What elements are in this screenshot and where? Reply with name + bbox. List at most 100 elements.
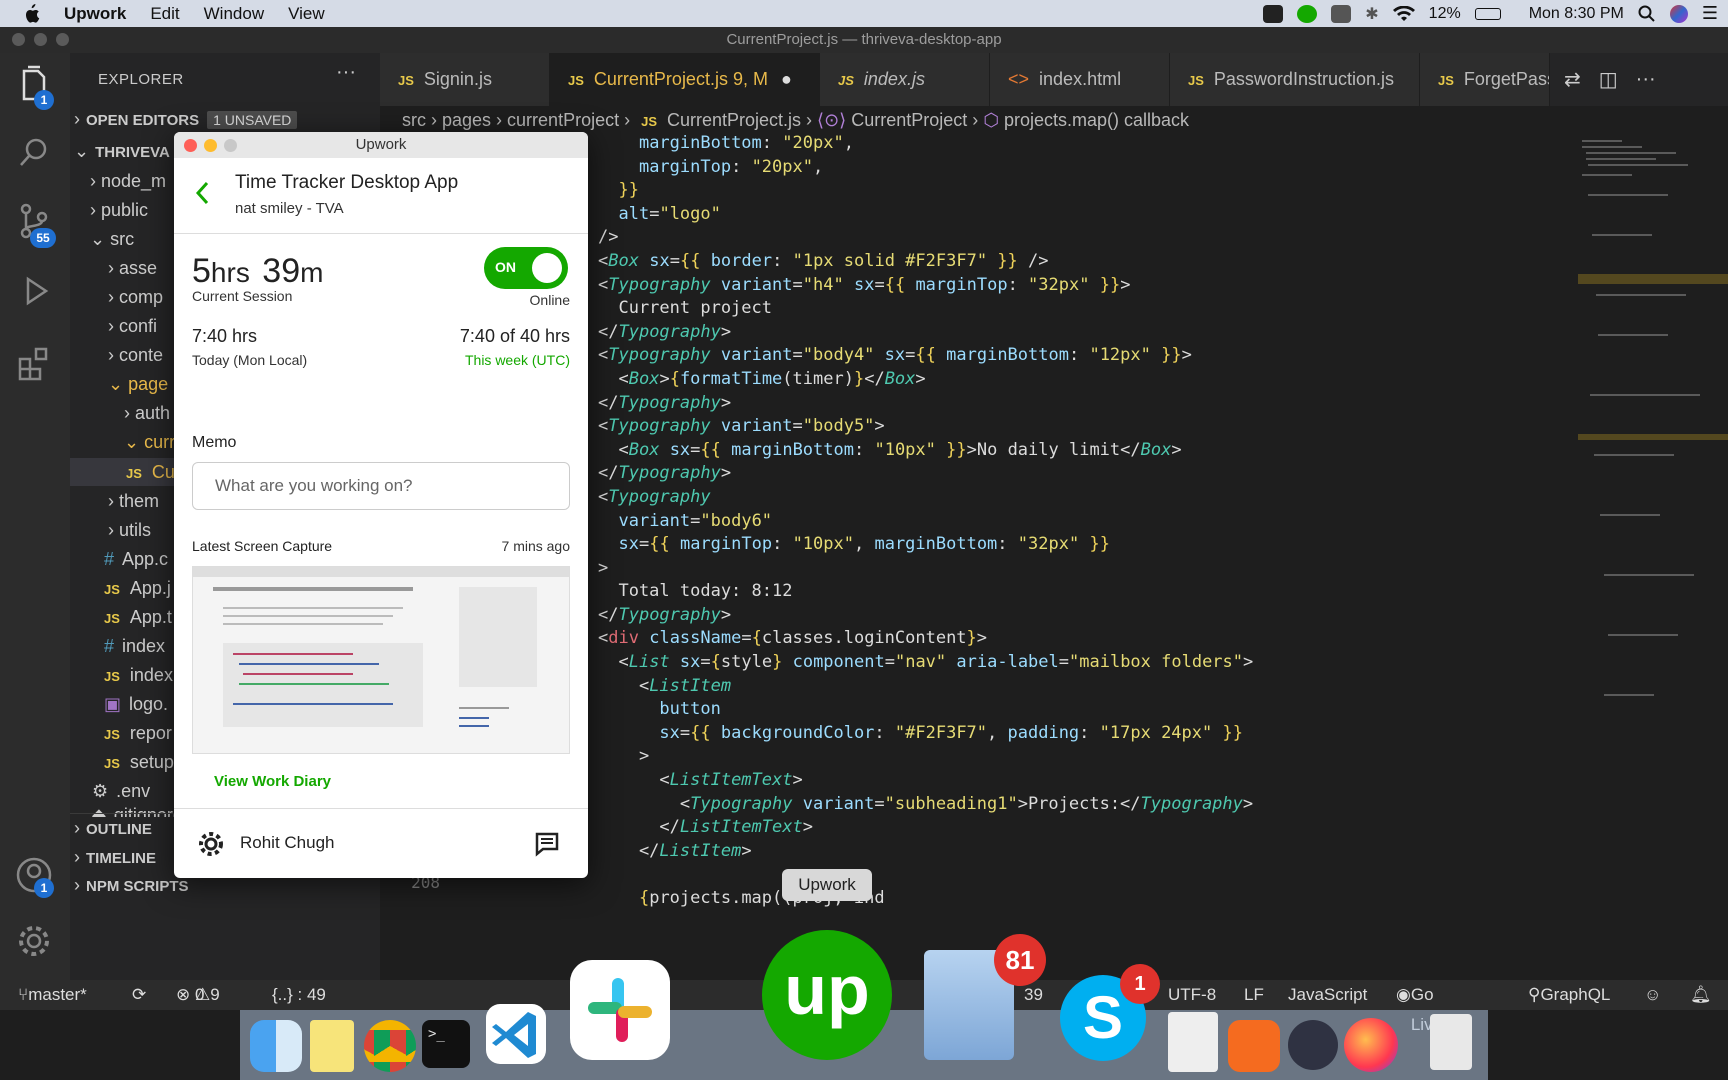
project-header: Time Tracker Desktop App nat smiley - TV… [174,158,588,234]
npm-scripts-section[interactable]: › NPM SCRIPTS [70,871,189,899]
tree-item[interactable]: › node_m [90,167,166,195]
sync-icon[interactable]: ⟳ [132,980,146,1010]
explorer-more-icon[interactable]: ··· [336,61,356,84]
tree-item[interactable]: › utils [108,516,151,544]
minimap[interactable] [1578,134,1728,884]
tab-index-js[interactable]: JS index.js [820,53,990,106]
tree-item[interactable]: ⌄ src [90,225,134,253]
tree-item[interactable]: # index [104,632,165,660]
breadcrumb-item[interactable]: src [402,110,426,130]
upwork-menubar-icon[interactable] [1297,4,1318,23]
run-debug-icon[interactable] [14,271,54,311]
eol-status[interactable]: LF [1244,980,1264,1010]
upwork-dock-icon[interactable]: up [762,930,892,1060]
settings-gear-icon[interactable] [198,831,224,857]
code-text[interactable]: marginBottom: "20px", marginTop: "20px",… [598,132,1253,911]
tab-current-project[interactable]: JS CurrentProject.js 9, M ● [550,53,820,106]
siri-icon[interactable] [1669,4,1688,23]
encoding-status[interactable]: UTF-8 [1168,980,1216,1010]
more-actions-icon[interactable]: ··· [1636,68,1656,91]
tree-item[interactable]: › auth [124,399,170,427]
open-editors-section[interactable]: › OPEN EDITORS 1 UNSAVED [70,105,298,133]
notifications-icon[interactable]: 🔔︎ [1690,980,1712,1010]
manage-gear-icon[interactable] [14,921,54,961]
popup-minimize-button[interactable] [204,139,217,152]
minimize-window-button[interactable] [34,33,47,46]
tab-signin[interactable]: JS Signin.js [380,53,550,106]
tree-item[interactable]: JS App.t [104,603,172,631]
tree-item[interactable]: # App.c [104,545,168,573]
memo-input[interactable]: What are you working on? [192,462,570,510]
screen-capture-thumbnail[interactable] [192,566,570,754]
menubar-clock[interactable]: Mon 8:30 PM [1529,5,1624,23]
textedit-icon[interactable] [1168,1012,1218,1072]
search-icon[interactable] [14,133,54,173]
control-center-icon[interactable]: ☰ [1702,3,1718,24]
wifi-icon[interactable] [1392,5,1415,22]
graphql-status[interactable]: ⚲ GraphQL [1528,980,1610,1010]
status-app-icon[interactable] [1263,4,1284,23]
breadcrumb-item[interactable]: CurrentProject.js [667,110,801,130]
tab-index-html[interactable]: <> index.html [990,53,1170,106]
today-hours: 7:40 hrs [192,326,258,346]
tree-item[interactable]: JS index [104,661,173,689]
back-arrow-icon[interactable] [194,180,210,206]
tree-item[interactable]: › conte [108,341,163,369]
view-work-diary-link[interactable]: View Work Diary [214,773,331,790]
tracking-toggle[interactable]: ON [484,247,568,289]
battery-icon[interactable] [1474,7,1501,20]
zoom-window-button[interactable] [56,33,69,46]
tab-forget-password[interactable]: JSForgetPassw [1420,53,1550,106]
branch-status[interactable]: ⑂ master* [18,980,87,1010]
split-editor-icon[interactable]: ◫ [1599,67,1618,92]
finder-icon[interactable] [250,1020,302,1072]
sketch-pen-icon[interactable] [1228,1020,1280,1072]
notes-icon[interactable] [310,1020,354,1072]
menu-window[interactable]: Window [204,4,264,24]
go-live-status[interactable]: ◉ Go Live [1396,980,1442,1034]
compare-changes-icon[interactable]: ⇄ [1564,67,1581,92]
feedback-icon[interactable]: ☺ [1644,980,1661,1010]
electron-icon[interactable] [1288,1020,1338,1070]
breadcrumb-item[interactable]: currentProject [507,110,619,130]
breadcrumb-item[interactable]: CurrentProject [851,110,967,130]
popup-zoom-button[interactable] [224,139,237,152]
project-folder-section[interactable]: ⌄ THRIVEVA [70,137,170,165]
language-status[interactable]: JavaScript [1288,980,1367,1010]
tree-item[interactable]: › them [108,487,159,515]
tree-item[interactable]: › public [90,196,148,224]
timeline-section[interactable]: › TIMELINE [70,843,156,871]
trash-icon[interactable] [1430,1014,1472,1070]
spotlight-search-icon[interactable] [1638,5,1656,23]
tab-password-instruction[interactable]: JS PasswordInstruction.js [1170,53,1420,106]
extensions-icon[interactable] [14,343,54,383]
tree-item[interactable]: ▣ logo. [104,690,168,718]
tree-item[interactable]: ⌄ curr [124,428,175,456]
week-label: This week (UTC) [464,352,570,368]
selector-status[interactable]: {..} : 49 [272,980,326,1010]
tree-item[interactable]: › asse [108,254,157,282]
vscode-icon[interactable] [486,1004,546,1064]
popup-close-button[interactable] [184,139,197,152]
terminal-icon[interactable]: >_ [422,1020,470,1068]
tree-item[interactable]: JS setup [104,748,174,776]
bluetooth-icon[interactable]: ✱ [1365,4,1378,24]
tree-item[interactable]: JS repor [104,719,172,747]
chrome-icon[interactable] [364,1020,416,1072]
firefox-icon[interactable] [1344,1018,1398,1072]
tree-item[interactable]: › confi [108,312,157,340]
menu-app-name[interactable]: Upwork [64,4,126,24]
messages-icon[interactable] [534,831,560,857]
close-window-button[interactable] [12,33,25,46]
problems-status[interactable]: ⊗ 0 ⚠ 9 [176,980,220,1010]
breadcrumb-item[interactable]: pages [442,110,491,130]
breadcrumb-item[interactable]: projects.map() callback [1004,110,1189,130]
menu-view[interactable]: View [288,4,325,24]
tree-item[interactable]: JS App.j [104,574,171,602]
slack-icon[interactable] [570,960,670,1060]
menu-edit[interactable]: Edit [150,4,179,24]
tree-item[interactable]: › comp [108,283,163,311]
tree-item[interactable]: ⌄ page [108,370,168,398]
calendar-icon[interactable] [1331,4,1352,23]
apple-icon[interactable] [22,3,40,24]
